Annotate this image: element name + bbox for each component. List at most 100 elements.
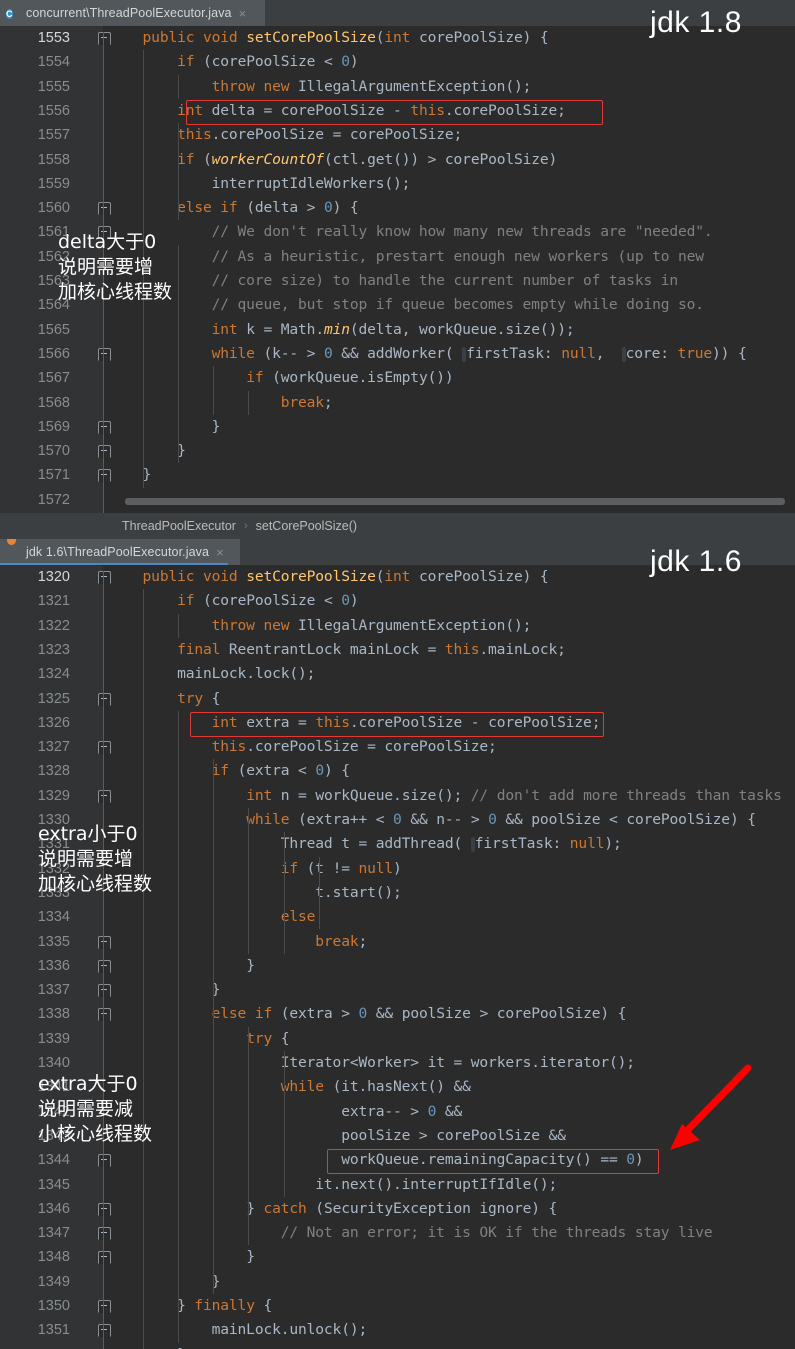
- code-line[interactable]: 1571 }: [0, 463, 795, 487]
- code-line[interactable]: 1326 int extra = this.corePoolSize - cor…: [0, 711, 795, 735]
- line-number: 1352: [0, 1343, 70, 1349]
- indent-guide: [248, 808, 250, 954]
- code-fold-toggle-icon[interactable]: [98, 1154, 111, 1168]
- code-fold-toggle-icon[interactable]: [98, 1202, 111, 1216]
- code-text: }: [108, 1343, 186, 1349]
- code-text: if (extra < 0) {: [211, 762, 350, 780]
- line-number: 1338: [37, 1006, 70, 1023]
- code-area-jdk16[interactable]: 1320 public void setCorePoolSize(int cor…: [0, 565, 795, 1349]
- code-line[interactable]: 1338 else if (extra > 0 && poolSize > co…: [0, 1002, 795, 1026]
- code-fold-toggle-icon[interactable]: [98, 1008, 111, 1022]
- code-line[interactable]: 1328 if (extra < 0) {: [0, 759, 795, 783]
- code-line[interactable]: 1569 }: [0, 415, 795, 439]
- version-label-jdk16: jdk 1.6: [650, 545, 742, 578]
- indent-guide: [283, 1051, 285, 1197]
- tab-concurrent-threadpoolexecutor[interactable]: C concurrent\ThreadPoolExecutor.java ×: [0, 0, 265, 26]
- code-line[interactable]: 1570 }: [0, 439, 795, 463]
- code-fold-toggle-icon[interactable]: [98, 692, 111, 706]
- code-line[interactable]: 1346 } catch (SecurityException ignore) …: [0, 1197, 795, 1221]
- code-line[interactable]: 1557 this.corePoolSize = corePoolSize;: [0, 123, 795, 147]
- indent-guide: [178, 710, 180, 1343]
- code-line[interactable]: 1568 break;: [0, 391, 795, 415]
- code-fold-toggle-icon[interactable]: [98, 32, 111, 45]
- indent-guide: [143, 589, 145, 1349]
- code-fold-toggle-icon[interactable]: [98, 571, 111, 584]
- line-number: 1565: [37, 321, 70, 338]
- code-fold-toggle-icon[interactable]: [98, 420, 111, 434]
- code-text: this.corePoolSize = corePoolSize;: [211, 738, 497, 756]
- annotation-extra-gt-zero: extra大于0 说明需要减 小核心线程数: [38, 1073, 153, 1145]
- line-number: 1569: [37, 418, 70, 435]
- code-line[interactable]: 1567 if (workQueue.isEmpty()): [0, 366, 795, 390]
- line-number: 1323: [37, 641, 70, 658]
- code-line[interactable]: 1566 while (k-- > 0 && addWorker( firstT…: [0, 342, 795, 366]
- code-line[interactable]: 1560 else if (delta > 0) {: [0, 196, 795, 220]
- code-line[interactable]: 1351 mainLock.unlock();: [0, 1318, 795, 1342]
- code-text: while (it.hasNext() &&: [280, 1078, 471, 1096]
- code-fold-toggle-icon[interactable]: [98, 1227, 111, 1241]
- code-line[interactable]: 1334 else: [0, 905, 795, 929]
- line-number: 1556: [37, 102, 70, 119]
- tab-jdk16-threadpoolexecutor[interactable]: jdk 1.6\ThreadPoolExecutor.java ×: [0, 539, 240, 565]
- code-line[interactable]: 1325 try {: [0, 687, 795, 711]
- code-line[interactable]: 1336 }: [0, 954, 795, 978]
- code-line[interactable]: 1555 throw new IllegalArgumentException(…: [0, 75, 795, 99]
- code-line[interactable]: 1352 }: [0, 1343, 795, 1349]
- code-line[interactable]: 1345 it.next().interruptIfIdle();: [0, 1173, 795, 1197]
- code-fold-toggle-icon[interactable]: [98, 469, 111, 483]
- code-line[interactable]: 1565 int k = Math.min(delta, workQueue.s…: [0, 318, 795, 342]
- code-fold-toggle-icon[interactable]: [98, 202, 111, 216]
- code-fold-toggle-icon[interactable]: [98, 935, 111, 949]
- code-line[interactable]: 1321 if (corePoolSize < 0): [0, 589, 795, 613]
- code-text: } catch (SecurityException ignore) {: [246, 1199, 558, 1217]
- code-line[interactable]: 1329 int n = workQueue.size(); // don't …: [0, 784, 795, 808]
- code-line[interactable]: 1327 this.corePoolSize = corePoolSize;: [0, 735, 795, 759]
- code-fold-toggle-icon[interactable]: [98, 347, 111, 361]
- line-number: 1324: [37, 666, 70, 683]
- code-fold-toggle-icon[interactable]: [98, 1251, 111, 1265]
- code-text: interruptIdleWorkers();: [211, 174, 411, 192]
- code-line[interactable]: 1323 final ReentrantLock mainLock = this…: [0, 638, 795, 662]
- breadcrumb-method[interactable]: setCorePoolSize(): [254, 519, 359, 533]
- code-fold-toggle-icon[interactable]: [98, 959, 111, 973]
- code-fold-toggle-icon[interactable]: [98, 1324, 111, 1338]
- code-line[interactable]: 1559 interruptIdleWorkers();: [0, 172, 795, 196]
- jar-file-icon: [6, 545, 21, 560]
- code-line[interactable]: 1350 } finally {: [0, 1294, 795, 1318]
- code-text: while (extra++ < 0 && n-- > 0 && poolSiz…: [246, 811, 756, 828]
- code-fold-toggle-icon[interactable]: [98, 789, 111, 803]
- breadcrumb-class[interactable]: ThreadPoolExecutor: [120, 519, 238, 533]
- close-icon[interactable]: ×: [239, 7, 247, 20]
- horizontal-scrollbar-top[interactable]: [125, 498, 785, 505]
- line-number: 1322: [37, 617, 70, 634]
- close-icon[interactable]: ×: [216, 546, 224, 559]
- code-line[interactable]: 1322 throw new IllegalArgumentException(…: [0, 614, 795, 638]
- code-text: throw new IllegalArgumentException();: [211, 616, 532, 634]
- code-text: workQueue.remainingCapacity() == 0): [341, 1151, 644, 1169]
- code-line[interactable]: 1558 if (workerCountOf(ctl.get()) > core…: [0, 148, 795, 172]
- code-line[interactable]: 1335 break;: [0, 930, 795, 954]
- code-line[interactable]: 1348 }: [0, 1245, 795, 1269]
- code-line[interactable]: 1337 }: [0, 978, 795, 1002]
- line-number: 1559: [37, 175, 70, 192]
- line-number: 1334: [37, 909, 70, 926]
- code-fold-toggle-icon[interactable]: [98, 445, 111, 459]
- code-line[interactable]: 1324 mainLock.lock();: [0, 662, 795, 686]
- code-fold-toggle-icon[interactable]: [98, 741, 111, 755]
- code-line[interactable]: 1554 if (corePoolSize < 0): [0, 50, 795, 74]
- indent-guide: [283, 832, 285, 954]
- code-fold-toggle-icon[interactable]: [98, 1300, 111, 1313]
- code-line[interactable]: 1349 }: [0, 1270, 795, 1294]
- indent-guide: [213, 366, 215, 415]
- line-number: 1336: [37, 957, 70, 974]
- code-text: }: [211, 417, 221, 435]
- indent-guide: [178, 74, 180, 99]
- line-number: 1346: [37, 1200, 70, 1217]
- code-line[interactable]: 1347 // Not an error; it is OK if the th…: [0, 1221, 795, 1245]
- code-fold-toggle-icon[interactable]: [98, 984, 111, 998]
- code-line[interactable]: 1339 try {: [0, 1027, 795, 1051]
- code-text: extra-- > 0 &&: [341, 1102, 463, 1120]
- editor-pane-jdk16: jdk 1.6\ThreadPoolExecutor.java × 1320 p…: [0, 539, 795, 1349]
- code-line[interactable]: 1556 int delta = corePoolSize - this.cor…: [0, 99, 795, 123]
- line-number: 1560: [37, 200, 70, 217]
